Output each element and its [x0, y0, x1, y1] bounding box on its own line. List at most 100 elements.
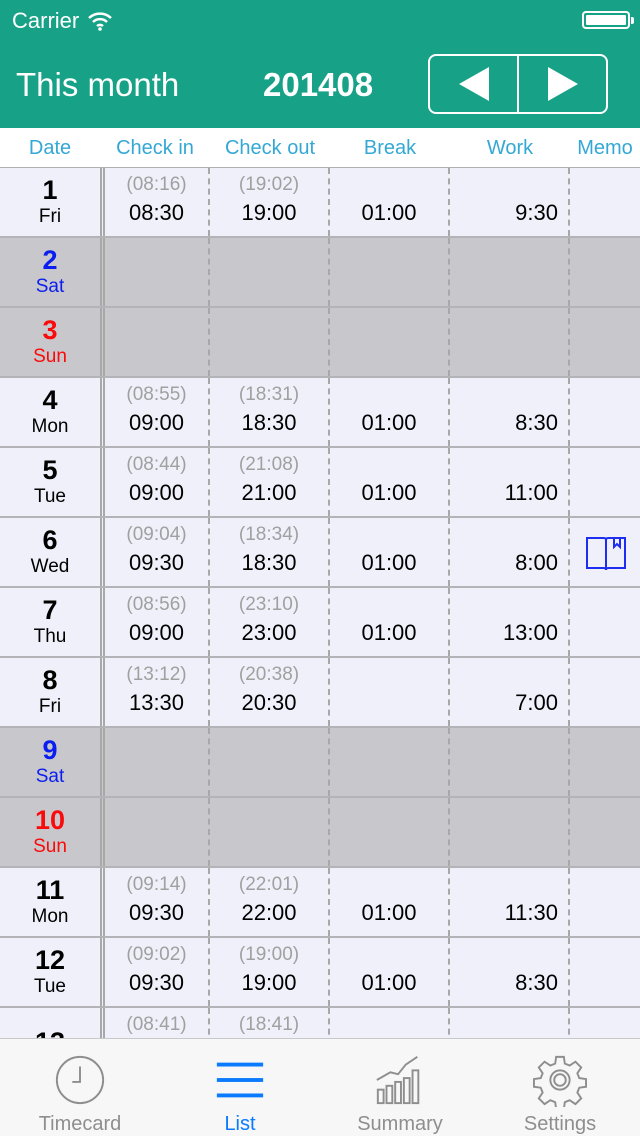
table-row[interactable]: 10 Sun: [0, 798, 640, 868]
check-in-cell[interactable]: (09:04) 09:30: [105, 518, 210, 586]
check-out-cell[interactable]: [210, 728, 330, 796]
work-cell: [450, 798, 570, 866]
check-out-time: 19:00: [241, 970, 297, 995]
memo-cell[interactable]: [570, 868, 640, 936]
day-number: 1: [42, 175, 58, 205]
check-in-cell[interactable]: (09:14) 09:30: [105, 868, 210, 936]
break-cell[interactable]: 01:00: [330, 868, 450, 936]
check-in-cell[interactable]: [105, 798, 210, 866]
table-row[interactable]: 4 Mon (08:55) 09:00 (18:31) 18:30 01:00 …: [0, 378, 640, 448]
break-cell[interactable]: [330, 728, 450, 796]
memo-cell[interactable]: [570, 378, 640, 446]
check-in-cell[interactable]: [105, 728, 210, 796]
check-in-cell[interactable]: [105, 238, 210, 306]
check-in-time: 09:30: [128, 900, 185, 925]
memo-cell[interactable]: [570, 938, 640, 1006]
break-time: 01:00: [361, 900, 417, 925]
page-title: This month: [16, 66, 180, 103]
tab-list[interactable]: List: [160, 1039, 320, 1136]
check-out-time: 18:30: [241, 550, 297, 575]
check-in-cell[interactable]: (08:44) 09:00: [105, 448, 210, 516]
memo-cell[interactable]: [570, 588, 640, 656]
previous-month-button[interactable]: [430, 56, 517, 112]
timecard-table[interactable]: Date Check in Check out Break Work Memo …: [0, 128, 640, 1038]
check-out-cell[interactable]: (19:02) 19:00: [210, 168, 330, 236]
check-out-cell[interactable]: [210, 308, 330, 376]
memo-cell[interactable]: [570, 518, 640, 586]
check-in-cell[interactable]: [105, 308, 210, 376]
memo-cell[interactable]: [570, 798, 640, 866]
check-out-cell[interactable]: (19:00) 19:00: [210, 938, 330, 1006]
table-row[interactable]: 13 (08:41) (18:41): [0, 1008, 640, 1038]
break-cell[interactable]: 01:00: [330, 518, 450, 586]
check-out-raw: (18:34): [238, 524, 300, 545]
break-cell[interactable]: [330, 238, 450, 306]
day-number: 13: [35, 1027, 65, 1038]
tab-settings[interactable]: Settings: [480, 1039, 640, 1136]
next-month-button[interactable]: [517, 56, 606, 112]
table-row[interactable]: 5 Tue (08:44) 09:00 (21:08) 21:00 01:00 …: [0, 448, 640, 518]
break-cell[interactable]: [330, 308, 450, 376]
check-in-raw: (08:55): [126, 384, 187, 405]
status-bar: Carrier: [12, 8, 113, 34]
check-out-cell[interactable]: [210, 798, 330, 866]
day-number: 11: [35, 875, 65, 905]
check-out-cell[interactable]: (20:38) 20:30: [210, 658, 330, 726]
break-cell[interactable]: [330, 658, 450, 726]
check-out-time: 18:30: [241, 410, 297, 435]
break-cell[interactable]: 01:00: [330, 448, 450, 516]
table-row[interactable]: 3 Sun: [0, 308, 640, 378]
break-cell[interactable]: 01:00: [330, 938, 450, 1006]
tab-timecard[interactable]: Timecard: [0, 1039, 160, 1136]
check-out-cell[interactable]: [210, 238, 330, 306]
check-in-cell[interactable]: (08:16) 08:30: [105, 168, 210, 236]
work-cell: [450, 728, 570, 796]
break-cell[interactable]: 01:00: [330, 588, 450, 656]
check-in-cell[interactable]: (09:02) 09:30: [105, 938, 210, 1006]
work-time: 11:00: [504, 480, 558, 505]
table-row[interactable]: 6 Wed (09:04) 09:30 (18:34) 18:30 01:00 …: [0, 518, 640, 588]
memo-book-icon[interactable]: [585, 536, 627, 572]
table-row[interactable]: 9 Sat: [0, 728, 640, 798]
check-in-cell[interactable]: (08:56) 09:00: [105, 588, 210, 656]
check-in-cell[interactable]: (08:55) 09:00: [105, 378, 210, 446]
break-time: 01:00: [361, 970, 417, 995]
table-row[interactable]: 2 Sat: [0, 238, 640, 308]
break-cell[interactable]: 01:00: [330, 378, 450, 446]
day-number: 4: [42, 385, 58, 415]
break-cell[interactable]: [330, 798, 450, 866]
date-cell: 12 Tue: [0, 938, 105, 1006]
table-row[interactable]: 7 Thu (08:56) 09:00 (23:10) 23:00 01:00 …: [0, 588, 640, 658]
tab-summary[interactable]: Summary: [320, 1039, 480, 1136]
table-row[interactable]: 12 Tue (09:02) 09:30 (19:00) 19:00 01:00…: [0, 938, 640, 1008]
date-cell: 6 Wed: [0, 518, 105, 586]
memo-cell[interactable]: [570, 1008, 640, 1038]
check-out-cell[interactable]: (22:01) 22:00: [210, 868, 330, 936]
memo-cell[interactable]: [570, 448, 640, 516]
check-out-cell[interactable]: (18:41): [210, 1008, 330, 1038]
memo-cell[interactable]: [570, 728, 640, 796]
memo-cell[interactable]: [570, 658, 640, 726]
break-cell[interactable]: [330, 1008, 450, 1038]
check-out-time: 20:30: [241, 690, 297, 715]
check-in-time: 09:00: [128, 410, 185, 435]
check-out-cell[interactable]: (18:34) 18:30: [210, 518, 330, 586]
check-out-cell[interactable]: (23:10) 23:00: [210, 588, 330, 656]
date-cell: 9 Sat: [0, 728, 105, 796]
work-cell: 8:30: [450, 938, 570, 1006]
table-row[interactable]: 8 Fri (13:12) 13:30 (20:38) 20:30 7:00: [0, 658, 640, 728]
check-out-time: 22:00: [241, 900, 297, 925]
work-cell: 8:00: [450, 518, 570, 586]
check-out-raw: (20:38): [238, 664, 300, 685]
memo-cell[interactable]: [570, 308, 640, 376]
break-cell[interactable]: 01:00: [330, 168, 450, 236]
table-row[interactable]: 1 Fri (08:16) 08:30 (19:02) 19:00 01:00 …: [0, 168, 640, 238]
check-in-cell[interactable]: (08:41): [105, 1008, 210, 1038]
table-row[interactable]: 11 Mon (09:14) 09:30 (22:01) 22:00 01:00…: [0, 868, 640, 938]
memo-cell[interactable]: [570, 168, 640, 236]
check-in-cell[interactable]: (13:12) 13:30: [105, 658, 210, 726]
check-out-cell[interactable]: (21:08) 21:00: [210, 448, 330, 516]
check-out-cell[interactable]: (18:31) 18:30: [210, 378, 330, 446]
break-time: 01:00: [361, 410, 417, 435]
memo-cell[interactable]: [570, 238, 640, 306]
